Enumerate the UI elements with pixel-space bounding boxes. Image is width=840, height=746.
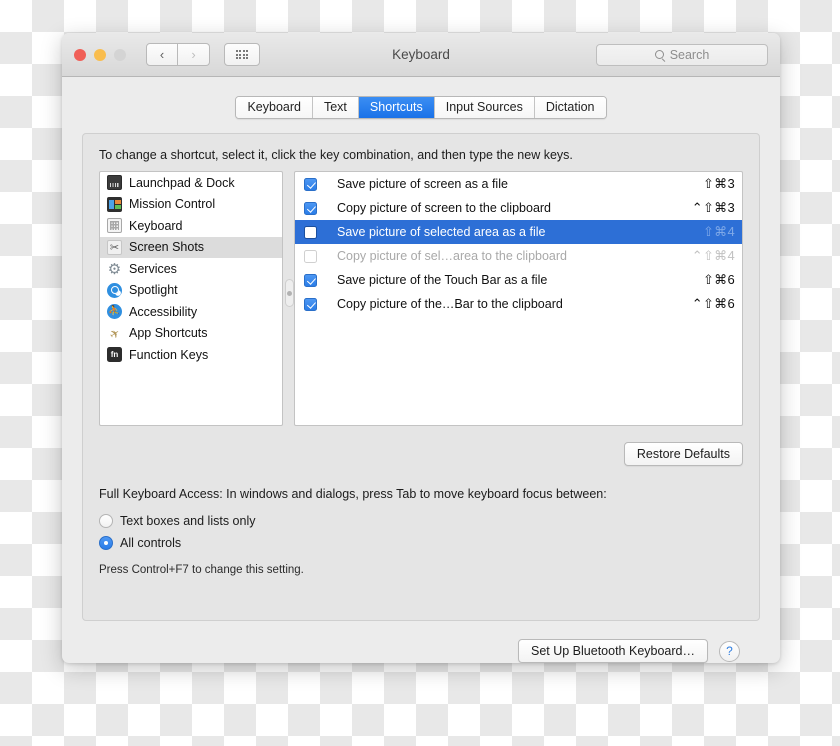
radio-button-selected[interactable] bbox=[99, 536, 113, 550]
category-row-mission-control[interactable]: Mission Control bbox=[100, 194, 282, 216]
shortcut-label: Save picture of screen as a file bbox=[337, 177, 508, 191]
category-label: Services bbox=[129, 261, 177, 276]
category-label: App Shortcuts bbox=[129, 326, 208, 341]
category-row-services[interactable]: Services bbox=[100, 258, 282, 280]
spotlight-search-icon bbox=[107, 282, 122, 298]
tab-bar-row: Keyboard Text Shortcuts Input Sources Di… bbox=[82, 77, 760, 119]
category-label: Mission Control bbox=[129, 197, 216, 212]
tab-keyboard[interactable]: Keyboard bbox=[236, 97, 313, 118]
tab-shortcuts[interactable]: Shortcuts bbox=[358, 97, 435, 118]
shortcut-row[interactable]: Copy picture of the…Bar to the clipboard… bbox=[295, 292, 742, 316]
shortcut-row[interactable]: Save picture of screen as a file ⇧⌘3 bbox=[295, 172, 742, 196]
shortcut-checkbox[interactable] bbox=[304, 249, 317, 263]
shortcut-row[interactable]: Copy picture of screen to the clipboard … bbox=[295, 196, 742, 220]
shortcut-key-combo[interactable]: ⌃⇧⌘6 bbox=[692, 296, 735, 312]
setup-bluetooth-keyboard-button[interactable]: Set Up Bluetooth Keyboard… bbox=[518, 639, 708, 663]
accessibility-icon bbox=[107, 304, 122, 320]
minimize-button[interactable] bbox=[94, 48, 106, 61]
category-label: Launchpad & Dock bbox=[129, 175, 235, 190]
search-placeholder: Search bbox=[669, 47, 710, 62]
restore-defaults-row: Restore Defaults bbox=[99, 442, 743, 466]
window-footer: Set Up Bluetooth Keyboard… ? bbox=[82, 639, 760, 663]
screenshots-icon bbox=[107, 239, 122, 255]
shortcut-key-combo[interactable]: ⇧⌘3 bbox=[703, 176, 735, 192]
app-shortcuts-icon bbox=[107, 326, 122, 341]
control-f7-note: Press Control+F7 to change this setting. bbox=[99, 564, 304, 576]
category-row-keyboard[interactable]: Keyboard bbox=[100, 215, 282, 237]
category-list[interactable]: Launchpad & Dock Mission Control Keyboar… bbox=[99, 171, 283, 426]
shortcut-key-combo[interactable]: ⌃⇧⌘4 bbox=[692, 248, 735, 264]
split-pane-grip[interactable] bbox=[285, 279, 294, 307]
shortcut-key-combo[interactable]: ⇧⌘6 bbox=[703, 272, 735, 288]
radio-option-all-controls[interactable]: All controls bbox=[99, 532, 743, 554]
category-label: Function Keys bbox=[129, 347, 209, 362]
category-label: Screen Shots bbox=[129, 240, 205, 255]
window-body: Keyboard Text Shortcuts Input Sources Di… bbox=[62, 77, 780, 663]
shortcut-checkbox[interactable] bbox=[304, 225, 317, 239]
tab-bar: Keyboard Text Shortcuts Input Sources Di… bbox=[235, 96, 607, 119]
search-icon bbox=[654, 50, 664, 59]
shortcut-row[interactable]: Save picture of the Touch Bar as a file … bbox=[295, 268, 742, 292]
shortcut-label: Save picture of the Touch Bar as a file bbox=[337, 273, 548, 287]
radio-option-text-boxes-and-lists[interactable]: Text boxes and lists only bbox=[99, 510, 743, 532]
close-button[interactable] bbox=[74, 48, 86, 61]
shortcut-row-selected[interactable]: Save picture of selected area as a file … bbox=[295, 220, 742, 244]
shortcut-checkbox[interactable] bbox=[304, 177, 317, 191]
grid-icon bbox=[235, 49, 249, 60]
tab-input-sources[interactable]: Input Sources bbox=[434, 97, 535, 118]
full-keyboard-access-description: Full Keyboard Access: In windows and dia… bbox=[99, 487, 607, 501]
radio-button[interactable] bbox=[99, 514, 113, 528]
shortcut-label: Save picture of selected area as a file bbox=[337, 225, 546, 239]
keyboard-icon bbox=[107, 218, 122, 234]
shortcut-list[interactable]: Save picture of screen as a file ⇧⌘3 Cop… bbox=[294, 171, 743, 426]
navigation-buttons: ‹ › bbox=[146, 43, 210, 66]
panel-hint-text: To change a shortcut, select it, click t… bbox=[99, 148, 573, 162]
category-label: Spotlight bbox=[129, 283, 178, 298]
shortcuts-panel: To change a shortcut, select it, click t… bbox=[82, 133, 760, 621]
mission-control-icon bbox=[107, 196, 122, 212]
radio-label: All controls bbox=[120, 536, 182, 550]
shortcut-label: Copy picture of screen to the clipboard bbox=[337, 201, 552, 215]
shortcut-checkbox[interactable] bbox=[304, 273, 317, 287]
function-keys-fn-icon bbox=[107, 347, 122, 363]
category-row-app-shortcuts[interactable]: App Shortcuts bbox=[100, 323, 282, 345]
services-gear-icon bbox=[107, 261, 122, 276]
category-label: Accessibility bbox=[129, 304, 198, 319]
category-row-accessibility[interactable]: Accessibility bbox=[100, 301, 282, 323]
window-titlebar: ‹ › Keyboard Search bbox=[62, 33, 780, 77]
search-input[interactable]: Search bbox=[596, 43, 768, 66]
tab-text[interactable]: Text bbox=[312, 97, 359, 118]
help-button[interactable]: ? bbox=[719, 640, 740, 662]
keyboard-preferences-window: ‹ › Keyboard Search Keyboard Text Shortc… bbox=[62, 33, 780, 663]
category-row-screen-shots[interactable]: Screen Shots bbox=[100, 236, 282, 258]
launchpad-icon bbox=[107, 175, 122, 191]
shortcut-checkbox[interactable] bbox=[304, 201, 317, 215]
restore-defaults-button[interactable]: Restore Defaults bbox=[623, 442, 743, 466]
show-all-button[interactable] bbox=[224, 43, 260, 66]
shortcut-row[interactable]: Copy picture of sel…area to the clipboar… bbox=[295, 244, 742, 268]
lists-container: Launchpad & Dock Mission Control Keyboar… bbox=[99, 171, 743, 426]
category-row-spotlight[interactable]: Spotlight bbox=[100, 280, 282, 302]
radio-label: Text boxes and lists only bbox=[120, 514, 256, 528]
forward-button[interactable]: › bbox=[178, 43, 210, 66]
tab-dictation[interactable]: Dictation bbox=[534, 97, 606, 118]
zoom-button[interactable] bbox=[114, 48, 126, 61]
back-button[interactable]: ‹ bbox=[146, 43, 178, 66]
shortcut-key-combo[interactable]: ⇧⌘4 bbox=[703, 224, 735, 240]
category-row-function-keys[interactable]: Function Keys bbox=[100, 344, 282, 366]
full-keyboard-access-radio-group: Text boxes and lists only All controls bbox=[99, 510, 743, 554]
shortcut-label: Copy picture of the…Bar to the clipboard bbox=[337, 297, 563, 311]
traffic-light-group bbox=[74, 48, 126, 61]
category-label: Keyboard bbox=[129, 218, 183, 233]
shortcut-label: Copy picture of sel…area to the clipboar… bbox=[337, 249, 567, 263]
shortcut-checkbox[interactable] bbox=[304, 297, 317, 311]
category-row-launchpad-dock[interactable]: Launchpad & Dock bbox=[100, 172, 282, 194]
shortcut-key-combo[interactable]: ⌃⇧⌘3 bbox=[692, 200, 735, 216]
